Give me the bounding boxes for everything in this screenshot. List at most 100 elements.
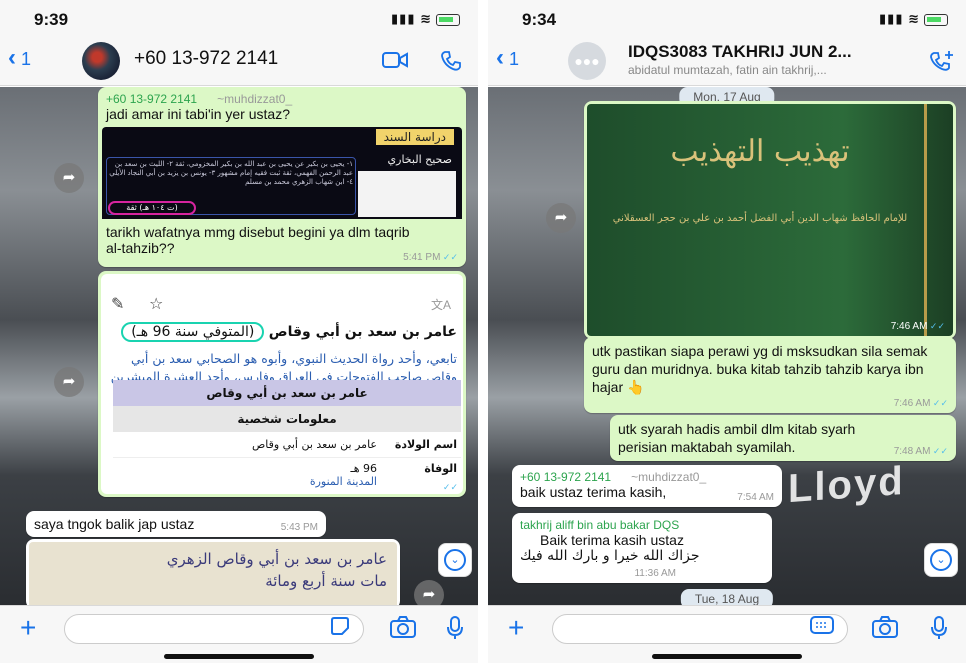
- mic-icon[interactable]: [446, 616, 464, 646]
- message-arabic-text: جزاك الله خيرا و بارك الله فيك: [520, 548, 700, 564]
- status-icons: ▮▮▮ ≋: [879, 11, 948, 27]
- plus-icon[interactable]: +: [20, 612, 36, 644]
- book-cover-image[interactable]: تهذيب التهذيب للإمام الحافظ شهاب الدين أ…: [587, 104, 953, 336]
- image-subheading: صحيح البخاري: [387, 153, 452, 166]
- message-text: baik ustaz terima kasih,: [520, 484, 667, 500]
- infobox: عامر بن سعد بن أبي وقاص معلومات شخصية اس…: [113, 380, 461, 490]
- message-time: 7:46 AM: [891, 321, 945, 332]
- scroll-down-button[interactable]: ⌄: [924, 543, 958, 577]
- right-chat-screen: 9:34 ▮▮▮ ≋ ‹ 1 ●●● IDQS3083 TAKHRIJ JUN …: [488, 0, 966, 663]
- video-icon[interactable]: [382, 50, 408, 76]
- message-time: 7:48 AM: [894, 446, 948, 457]
- scroll-down-icon: ⌄: [930, 549, 952, 571]
- message-bubble[interactable]: ✎ ☆ 文A عامر بن سعد بن أبي وقاص (المتوفي …: [98, 271, 466, 497]
- message-bubble[interactable]: saya tngok balik jap ustaz 5:43 PM: [26, 511, 326, 537]
- book-spine-line: [924, 104, 927, 336]
- book-subtitle: للإمام الحافظ شهاب الدين أبي الفضل أحمد …: [612, 213, 908, 224]
- pencil-icon: ✎: [111, 296, 125, 313]
- message-time: 5:41 PM: [403, 252, 458, 263]
- message-bubble[interactable]: +60 13-972 2141 ~muhdizzat0_ baik ustaz t…: [512, 465, 782, 507]
- message-bubble[interactable]: takhrij aliff bin abu bakar DQS Baik ter…: [512, 513, 772, 583]
- unread-count: 1: [21, 49, 32, 69]
- phone-icon[interactable]: [440, 50, 462, 78]
- message-time: 11:36 AM: [634, 568, 676, 579]
- message-sender: +60 13-972 2141 ~muhdizzat0_: [520, 470, 707, 484]
- battery-icon: [436, 13, 460, 26]
- status-bar: 9:39 ▮▮▮ ≋: [0, 0, 478, 36]
- status-bar: 9:34 ▮▮▮ ≋: [488, 0, 966, 36]
- message-text: utk syarah hadis ambil dlm kitab syarh p…: [618, 421, 856, 455]
- input-bar: +: [488, 605, 966, 663]
- quoted-image[interactable]: دراسة السند صحيح البخاري ١- يحيى بن بكير…: [102, 127, 462, 223]
- star-icon: ☆: [149, 296, 164, 313]
- back-button[interactable]: ‹ 1: [496, 46, 520, 70]
- message-input[interactable]: [552, 614, 848, 644]
- group-avatar[interactable]: ●●●: [568, 42, 606, 80]
- message-bubble[interactable]: tarikh wafatnya mmg disebut begini ya dl…: [98, 219, 466, 267]
- message-time: 7:54 AM: [737, 492, 774, 503]
- input-bar: +: [0, 605, 478, 663]
- forward-icon[interactable]: ➦: [54, 367, 84, 397]
- battery-icon: [924, 13, 948, 26]
- mic-icon[interactable]: [930, 616, 948, 646]
- forward-icon[interactable]: ➦: [54, 163, 84, 193]
- message-bubble[interactable]: عامر بن سعد بن أبي وقاص الزهري مات سنة أ…: [26, 539, 400, 605]
- chat-header: ‹ 1 +60 13-972 2141: [0, 36, 478, 86]
- add-call-icon[interactable]: [930, 50, 954, 78]
- sticker-icon[interactable]: [330, 616, 350, 642]
- camera-icon[interactable]: [390, 616, 416, 644]
- scroll-down-icon: ⌄: [444, 549, 466, 571]
- image-heading: دراسة السند: [375, 129, 454, 145]
- translate-icon: 文A: [430, 298, 451, 312]
- scroll-down-button[interactable]: ⌄: [438, 543, 472, 577]
- image-thumbnail: [358, 171, 456, 217]
- contact-name[interactable]: +60 13-972 2141: [134, 48, 278, 70]
- date-separator: Tue, 18 Aug: [680, 589, 774, 605]
- camera-icon[interactable]: [872, 616, 898, 644]
- death-year-highlight: (المتوفي سنة 96 هـ): [121, 322, 265, 342]
- group-name[interactable]: IDQS3083 TAKHRIJ JUN 2...: [628, 42, 852, 62]
- message-text: tarikh wafatnya mmg disebut begini ya dl…: [106, 224, 410, 256]
- home-indicator[interactable]: [164, 654, 314, 659]
- message-time: 5:43 PM: [280, 522, 318, 533]
- handwritten-note-image[interactable]: عامر بن سعد بن أبي وقاص الزهري مات سنة أ…: [29, 542, 397, 605]
- back-chevron-icon: ‹: [8, 44, 16, 71]
- chat-area[interactable]: Mon, 17 Aug تهذيب التهذيب للإمام الحافظ …: [488, 87, 966, 605]
- unread-count: 1: [509, 49, 520, 69]
- background-lettering: Lloyd: [788, 458, 905, 512]
- message-bubble[interactable]: utk pastikan siapa perawi yg di msksudka…: [584, 337, 956, 413]
- forward-icon[interactable]: ➦: [546, 203, 576, 233]
- infobox-row: اسم الولادة عامر بن سعد بن أبي وقاص: [113, 432, 461, 458]
- forward-icon[interactable]: ➦: [414, 580, 444, 605]
- message-text: Baik terima kasih ustaz: [540, 532, 684, 548]
- group-members: abidatul mumtazah, fatin ain takhrij,...: [628, 63, 827, 77]
- message-bubble[interactable]: utk syarah hadis ambil dlm kitab syarh p…: [610, 415, 956, 461]
- infobox-title: عامر بن سعد بن أبي وقاص: [113, 380, 461, 406]
- chat-area[interactable]: +60 13-972 2141 ~muhdizzat0_ jadi amar in…: [0, 87, 478, 605]
- article-name-line: عامر بن سعد بن أبي وقاص (المتوفي سنة 96 …: [107, 322, 457, 342]
- back-chevron-icon: ‹: [496, 44, 504, 71]
- screenshot-card: ✎ ☆ 文A عامر بن سعد بن أبي وقاص (المتوفي …: [101, 274, 463, 494]
- keyboard-icon[interactable]: [810, 616, 834, 640]
- left-chat-screen: 9:39 ▮▮▮ ≋ ‹ 1 +60 13-972 2141 +60 13-97…: [0, 0, 478, 663]
- book-title: تهذيب التهذيب: [670, 134, 850, 169]
- status-time: 9:39: [34, 10, 69, 29]
- home-indicator[interactable]: [652, 654, 802, 659]
- plus-icon[interactable]: +: [508, 612, 524, 644]
- message-sender: takhrij aliff bin abu bakar DQS: [520, 518, 680, 532]
- message-text: utk pastikan siapa perawi yg di msksudka…: [592, 343, 928, 395]
- infobox-section: معلومات شخصية: [113, 406, 461, 432]
- image-highlight: (ت ١٠٤ هـ) ثقة: [108, 201, 196, 215]
- chat-header: ‹ 1 ●●● IDQS3083 TAKHRIJ JUN 2... abidat…: [488, 36, 966, 86]
- back-button[interactable]: ‹ 1: [8, 46, 32, 70]
- status-icons: ▮▮▮ ≋: [391, 11, 460, 27]
- message-time: 7:46 AM: [894, 398, 948, 409]
- message-input[interactable]: [64, 614, 364, 644]
- message-bubble[interactable]: تهذيب التهذيب للإمام الحافظ شهاب الدين أ…: [584, 101, 956, 339]
- status-time: 9:34: [522, 10, 557, 29]
- message-sender: +60 13-972 2141 ~muhdizzat0_: [106, 92, 293, 106]
- contact-avatar[interactable]: [82, 42, 120, 80]
- message-text: jadi amar ini tabi'in yer ustaz?: [106, 106, 290, 122]
- message-time: 5:42 PM: [403, 482, 458, 493]
- message-text: saya tngok balik jap ustaz: [34, 516, 195, 532]
